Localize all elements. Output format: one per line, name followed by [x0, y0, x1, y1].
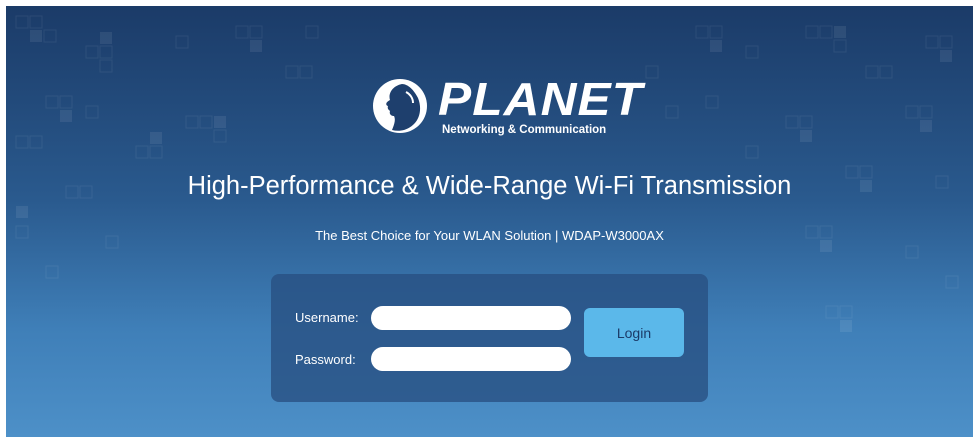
login-form: Username: Password: Login: [271, 274, 708, 402]
login-page: PLANET Networking & Communication High-P…: [6, 6, 973, 437]
planet-logo: PLANET Networking & Communication: [366, 72, 642, 142]
password-label: Password:: [295, 352, 356, 367]
username-label: Username:: [295, 310, 359, 325]
page-headline: High-Performance & Wide-Range Wi-Fi Tran…: [187, 172, 792, 200]
username-input[interactable]: [371, 306, 571, 330]
login-button[interactable]: Login: [584, 308, 684, 357]
password-input[interactable]: [371, 347, 571, 371]
planet-logo-tagline: Networking & Communication: [442, 124, 607, 136]
planet-logo-mark: [373, 79, 427, 133]
planet-logo-wordmark: PLANET: [438, 73, 644, 125]
page-subheadline: The Best Choice for Your WLAN Solution |…: [315, 228, 664, 243]
